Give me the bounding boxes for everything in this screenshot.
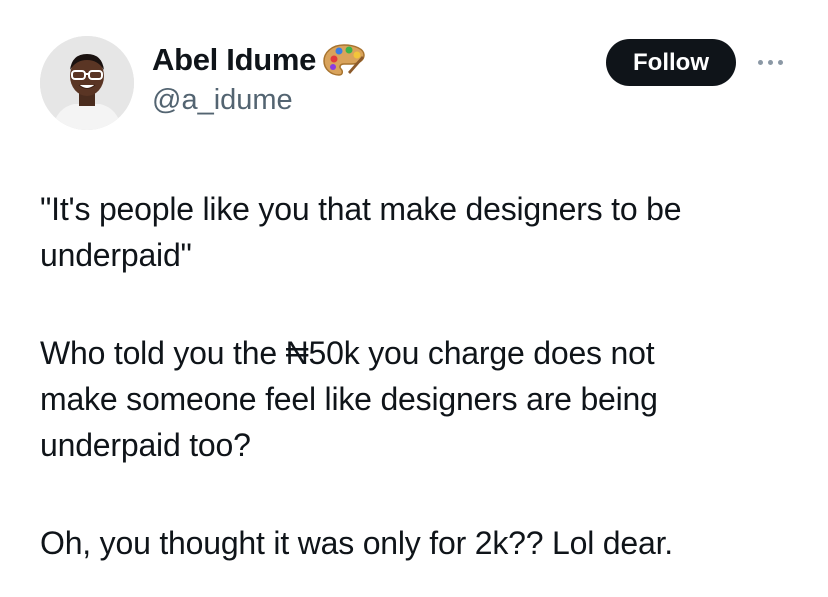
- follow-button[interactable]: Follow: [606, 39, 736, 86]
- avatar-image: [40, 36, 134, 130]
- tweet-text: "It's people like you that make designer…: [40, 186, 800, 566]
- tweet-line: Oh, you thought it was only for 2k?? Lol…: [40, 525, 673, 561]
- avatar[interactable]: [40, 36, 134, 130]
- tweet-line: underpaid too?: [40, 427, 251, 463]
- tweet-paragraph: Oh, you thought it was only for 2k?? Lol…: [40, 520, 800, 566]
- author-handle[interactable]: @a_idume: [152, 84, 293, 117]
- more-dot: [757, 59, 763, 65]
- author-display-name[interactable]: Abel Idume: [152, 42, 316, 78]
- author-name-row: Abel Idume: [152, 40, 366, 80]
- tweet-line: "It's people like you that make designer…: [40, 191, 682, 227]
- tweet-line: Who told you the ₦50k you charge does no…: [40, 335, 655, 371]
- artist-palette-icon: [322, 42, 366, 78]
- tweet-card: Abel Idume @a_idume Follow "It's people …: [0, 0, 828, 597]
- more-options-icon[interactable]: [750, 50, 790, 74]
- tweet-paragraph: Who told you the ₦50k you charge does no…: [40, 330, 800, 468]
- tweet-line: underpaid": [40, 237, 192, 273]
- tweet-paragraph: "It's people like you that make designer…: [40, 186, 800, 278]
- more-dot: [767, 59, 773, 65]
- tweet-line: make someone feel like designers are bei…: [40, 381, 658, 417]
- more-dot: [777, 59, 783, 65]
